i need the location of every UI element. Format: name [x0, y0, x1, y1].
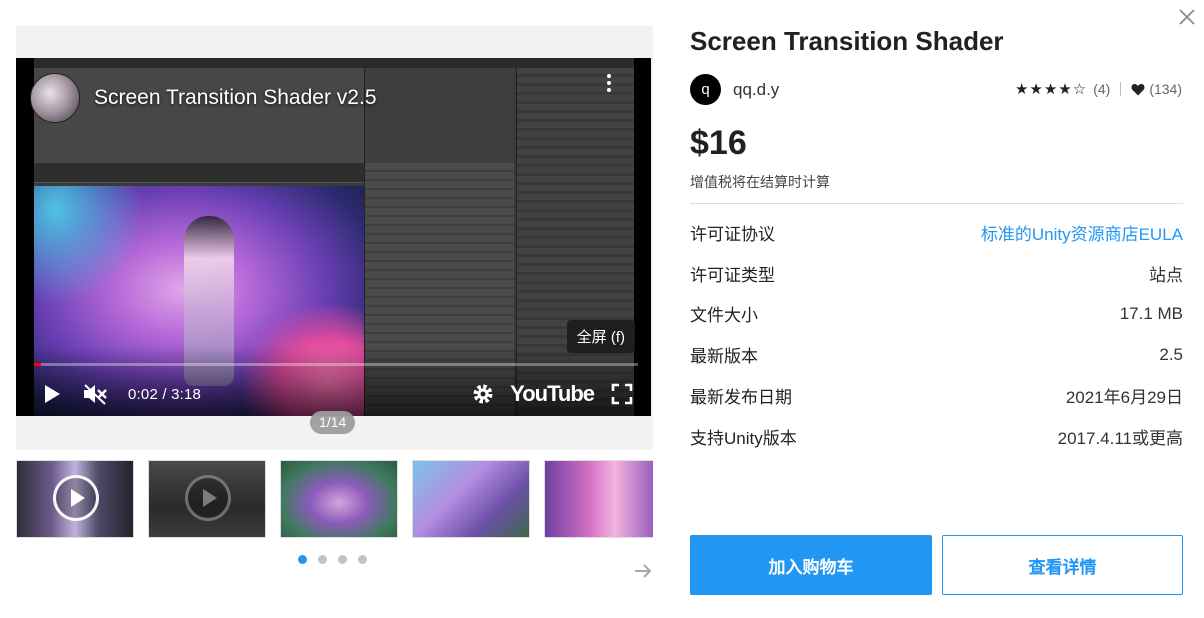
fullscreen-tooltip: 全屏 (f) [566, 320, 635, 353]
video-controls: 0:02 / 3:18 YouTube [36, 378, 634, 410]
play-icon [44, 385, 60, 403]
heart-icon[interactable] [1131, 83, 1145, 96]
publisher-name[interactable]: qq.d.y [733, 80, 779, 100]
view-details-button[interactable]: 查看详情 [942, 535, 1183, 595]
rating-row: ★★★★☆ (4) (134) [1015, 80, 1182, 98]
divider [1120, 82, 1122, 96]
play-button[interactable] [36, 380, 64, 408]
thumbnail-1[interactable] [16, 460, 134, 538]
pagination-dot-4[interactable] [358, 555, 367, 564]
pagination-dot-1[interactable] [298, 555, 307, 564]
channel-avatar[interactable] [30, 73, 80, 123]
settings-button[interactable] [470, 381, 496, 407]
spec-value: 2021年6月29日 [1065, 388, 1183, 408]
thumbnail-4[interactable] [412, 460, 530, 538]
video-player[interactable]: Screen Transition Shader v2.5 全屏 (f) 0:0… [16, 58, 651, 416]
video-title[interactable]: Screen Transition Shader v2.5 [94, 86, 377, 110]
spec-row-file-size: 文件大小 17.1 MB [690, 294, 1183, 335]
spec-row-license-agreement: 许可证协议 标准的Unity资源商店EULA [690, 212, 1183, 253]
vat-note: 增值税将在结算时计算 [690, 174, 830, 190]
spec-value: 17.1 MB [1119, 303, 1183, 323]
spec-key: 最新发布日期 [690, 388, 792, 408]
spec-value: 2017.4.11或更高 [1057, 428, 1183, 448]
spec-value: 站点 [1149, 265, 1183, 285]
video-title-row: Screen Transition Shader v2.5 [30, 70, 377, 126]
divider [690, 203, 1183, 204]
close-button[interactable] [1176, 6, 1198, 28]
spec-value: 2.5 [1159, 344, 1183, 364]
editor-game-toolbar [34, 163, 364, 183]
rating-stars[interactable]: ★★★★☆ [1015, 80, 1087, 98]
thumbnail-2[interactable] [148, 460, 266, 538]
kebab-menu-icon[interactable] [603, 74, 615, 92]
pagination-dot-3[interactable] [338, 555, 347, 564]
close-icon [1179, 9, 1195, 25]
spec-key: 最新版本 [690, 347, 758, 367]
editor-hierarchy-panel [364, 68, 514, 163]
product-title: Screen Transition Shader [690, 26, 1004, 56]
editor-menubar [34, 58, 634, 68]
publisher-row[interactable]: q qq.d.y [690, 74, 779, 105]
rating-count[interactable]: (4) [1093, 81, 1110, 97]
spec-key: 文件大小 [690, 306, 758, 326]
video-time: 0:02 / 3:18 [128, 385, 202, 403]
video-progress-played [34, 363, 42, 366]
spec-key: 许可证协议 [690, 224, 775, 244]
add-to-cart-button[interactable]: 加入购物车 [690, 535, 932, 595]
spec-key: 支持Unity版本 [690, 428, 797, 448]
thumbnail-3[interactable] [280, 460, 398, 538]
product-price: $16 [690, 124, 747, 162]
mute-button[interactable] [80, 380, 110, 408]
arrow-right-icon [635, 564, 652, 578]
play-icon [53, 475, 99, 521]
gallery-pagination-dots [298, 555, 367, 564]
fullscreen-icon [611, 383, 633, 405]
spec-row-unity-version: 支持Unity版本 2017.4.11或更高 [690, 416, 1183, 457]
gallery-next-button[interactable] [632, 560, 654, 582]
spec-row-latest-version: 最新版本 2.5 [690, 334, 1183, 375]
spec-list: 许可证协议 标准的Unity资源商店EULA 许可证类型 站点 文件大小 17.… [690, 212, 1183, 457]
favorites-count: (134) [1149, 81, 1182, 97]
pagination-dot-2[interactable] [318, 555, 327, 564]
thumbnail-strip [16, 460, 653, 540]
spec-row-license-type: 许可证类型 站点 [690, 253, 1183, 294]
fullscreen-button[interactable] [610, 382, 634, 406]
play-icon [185, 475, 231, 521]
gallery-counter-badge: 1/14 [310, 411, 356, 434]
license-eula-link[interactable]: 标准的Unity资源商店EULA [981, 220, 1183, 245]
mute-icon [84, 384, 107, 405]
thumbnail-5[interactable] [544, 460, 653, 538]
settings-icon [473, 384, 493, 404]
youtube-logo[interactable]: YouTube [510, 381, 595, 407]
publisher-avatar[interactable]: q [690, 74, 721, 105]
video-progress-bar[interactable] [34, 363, 638, 366]
spec-key: 许可证类型 [690, 265, 775, 285]
spec-row-release-date: 最新发布日期 2021年6月29日 [690, 375, 1183, 416]
